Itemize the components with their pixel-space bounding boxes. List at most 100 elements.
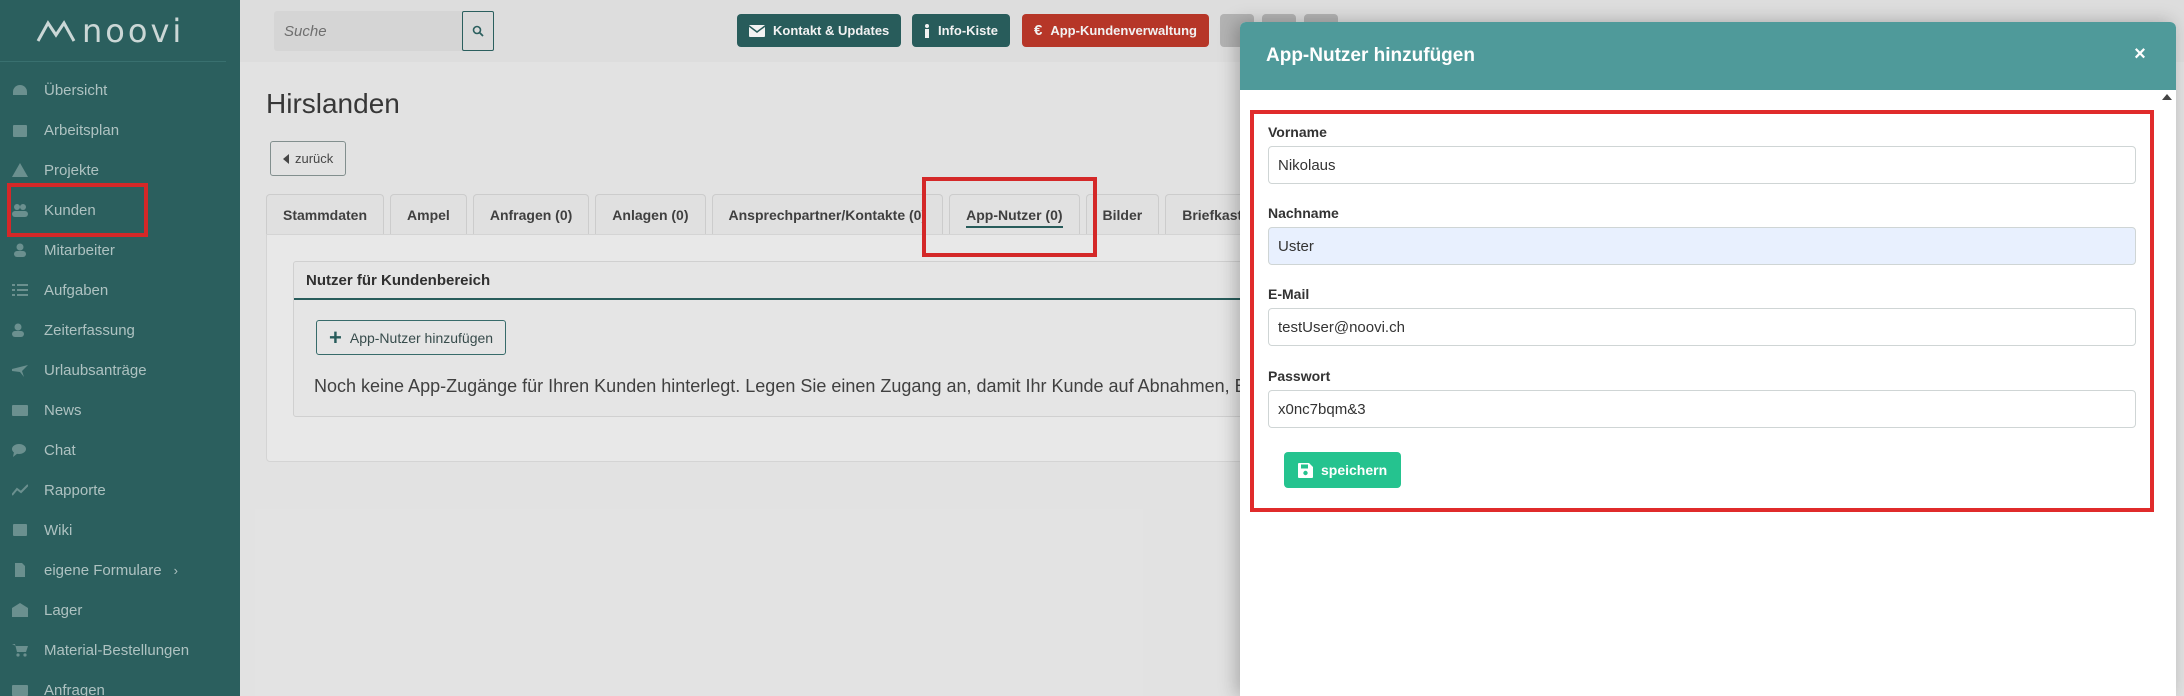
card-title: Nutzer für Kundenbereich bbox=[294, 262, 1266, 300]
sidebar-item-arbeitsplan[interactable]: Arbeitsplan bbox=[0, 110, 240, 150]
sidebar-item-label: Chat bbox=[44, 441, 76, 459]
scroll-up-arrow[interactable] bbox=[2162, 94, 2172, 100]
passwort-field[interactable] bbox=[1268, 390, 2136, 428]
search-button[interactable] bbox=[462, 11, 494, 51]
sidebar-item-zeiterfassung[interactable]: Zeiterfassung bbox=[0, 310, 240, 350]
sidebar-item-label: Material-Bestellungen bbox=[44, 641, 190, 659]
info-kiste-button[interactable]: Info-Kiste bbox=[912, 14, 1010, 47]
sidebar-item-uebersicht[interactable]: Übersicht bbox=[0, 70, 240, 110]
sidebar-item-label: Zeiterfassung bbox=[44, 321, 135, 339]
add-app-user-label: App-Nutzer hinzufügen bbox=[349, 329, 494, 346]
tab-stammdaten[interactable]: Stammdaten bbox=[266, 194, 385, 234]
add-app-user-modal: App-Nutzer hinzufügen × Vorname Nachname… bbox=[1240, 22, 2176, 696]
tab-ansprechpartner[interactable]: Ansprechpartner/Kontakte (0) bbox=[711, 194, 944, 234]
nutzer-card: Nutzer für Kundenbereich + App-Nutzer hi… bbox=[293, 261, 1272, 417]
save-label: speichern bbox=[1321, 462, 1388, 478]
noovi-logo-icon bbox=[36, 19, 76, 42]
logo[interactable]: noovi bbox=[0, 0, 226, 62]
save-icon bbox=[1298, 462, 1313, 478]
app-kundenverwaltung-label: App-Kundenverwaltung bbox=[1050, 23, 1197, 38]
tab-bar: Stammdaten Ampel Anfragen (0) Anlagen (0… bbox=[266, 194, 1273, 234]
sidebar-item-label: News bbox=[44, 401, 82, 419]
sidebar-item-label: Arbeitsplan bbox=[44, 121, 120, 139]
form-highlight-box: Vorname Nachname E-Mail Passwort speiche… bbox=[1250, 110, 2154, 512]
dashboard-icon bbox=[10, 83, 30, 97]
sidebar-item-material-bestellungen[interactable]: Material-Bestellungen bbox=[0, 630, 240, 670]
passwort-group: Passwort bbox=[1268, 368, 2136, 428]
user-icon bbox=[10, 243, 30, 257]
kontakt-updates-button[interactable]: Kontakt & Updates bbox=[737, 14, 902, 47]
tab-app-nutzer[interactable]: App-Nutzer (0) bbox=[949, 194, 1080, 234]
add-app-user-button[interactable]: + App-Nutzer hinzufügen bbox=[316, 320, 507, 355]
warning-icon bbox=[10, 163, 30, 177]
sidebar-item-label: Kunden bbox=[44, 201, 96, 219]
email-field[interactable] bbox=[1268, 308, 2136, 346]
info-icon bbox=[925, 23, 929, 38]
chart-icon bbox=[10, 483, 30, 497]
user-clock-icon bbox=[10, 323, 30, 337]
modal-header: App-Nutzer hinzufügen × bbox=[1240, 22, 2176, 90]
search-icon bbox=[472, 25, 484, 37]
email-group: E-Mail bbox=[1268, 286, 2136, 346]
sidebar-item-mitarbeiter[interactable]: Mitarbeiter bbox=[0, 230, 240, 270]
tab-anfragen[interactable]: Anfragen (0) bbox=[472, 194, 590, 234]
file-icon bbox=[10, 563, 30, 577]
sidebar-item-projekte[interactable]: Projekte bbox=[0, 150, 240, 190]
sidebar-nav: Übersicht Arbeitsplan Projekte Kunden Mi… bbox=[0, 62, 240, 696]
sidebar-item-anfragen[interactable]: Anfragen bbox=[0, 670, 240, 696]
book-icon bbox=[10, 523, 30, 537]
vorname-label: Vorname bbox=[1268, 124, 1327, 140]
sidebar-item-news[interactable]: News bbox=[0, 390, 240, 430]
sidebar-item-label: Projekte bbox=[44, 161, 100, 179]
plane-icon bbox=[10, 363, 30, 377]
newspaper-icon bbox=[10, 403, 30, 417]
warehouse-icon bbox=[10, 603, 30, 617]
tab-bilder[interactable]: Bilder bbox=[1085, 194, 1160, 234]
nachname-label: Nachname bbox=[1268, 205, 1339, 221]
app-kundenverwaltung-button[interactable]: € App-Kundenverwaltung bbox=[1022, 14, 1209, 47]
sidebar-item-lager[interactable]: Lager bbox=[0, 590, 240, 630]
vorname-field[interactable] bbox=[1268, 146, 2136, 184]
sidebar-item-label: Wiki bbox=[44, 521, 73, 539]
back-button[interactable]: zurück bbox=[270, 141, 347, 176]
vorname-group: Vorname bbox=[1268, 124, 2136, 184]
kontakt-updates-label: Kontakt & Updates bbox=[773, 23, 890, 38]
sidebar-item-label: Übersicht bbox=[44, 81, 108, 99]
search-box bbox=[274, 11, 494, 51]
sidebar-item-label: Urlaubsanträge bbox=[44, 361, 147, 379]
sidebar-item-kunden[interactable]: Kunden bbox=[0, 190, 240, 230]
back-label: zurück bbox=[295, 151, 334, 166]
calendar-icon bbox=[10, 123, 30, 137]
sidebar-item-urlaubsantraege[interactable]: Urlaubsanträge bbox=[0, 350, 240, 390]
chevron-right-icon: › bbox=[173, 562, 178, 578]
sidebar-item-rapporte[interactable]: Rapporte bbox=[0, 470, 240, 510]
email-label: E-Mail bbox=[1268, 286, 1310, 302]
sidebar-item-label: eigene Formulare bbox=[44, 561, 162, 579]
sidebar-item-eigene-formulare[interactable]: eigene Formulare › bbox=[0, 550, 240, 590]
sidebar-item-label: Rapporte bbox=[44, 481, 106, 499]
sidebar-item-wiki[interactable]: Wiki bbox=[0, 510, 240, 550]
sidebar-item-label: Lager bbox=[44, 601, 83, 619]
tab-ampel[interactable]: Ampel bbox=[390, 194, 467, 234]
nachname-group: Nachname bbox=[1268, 205, 2136, 265]
list-icon bbox=[10, 283, 30, 297]
euro-icon: € bbox=[1034, 22, 1043, 39]
tab-content-panel: Nutzer für Kundenbereich + App-Nutzer hi… bbox=[266, 234, 1272, 462]
cart-icon bbox=[10, 643, 30, 657]
users-icon bbox=[10, 203, 30, 217]
tab-anlagen[interactable]: Anlagen (0) bbox=[595, 194, 706, 234]
nachname-field[interactable] bbox=[1268, 227, 2136, 265]
save-button[interactable]: speichern bbox=[1284, 452, 1402, 488]
inbox-icon bbox=[10, 683, 30, 696]
close-icon[interactable]: × bbox=[2128, 42, 2152, 66]
info-kiste-label: Info-Kiste bbox=[938, 23, 998, 38]
search-input[interactable] bbox=[274, 11, 460, 51]
plus-icon: + bbox=[329, 324, 342, 350]
modal-title: App-Nutzer hinzufügen bbox=[1266, 45, 1475, 66]
sidebar-item-aufgaben[interactable]: Aufgaben bbox=[0, 270, 240, 310]
chat-icon bbox=[10, 443, 30, 457]
envelope-icon bbox=[749, 24, 765, 37]
sidebar-item-label: Mitarbeiter bbox=[44, 241, 115, 259]
sidebar-item-label: Aufgaben bbox=[44, 281, 109, 299]
sidebar-item-chat[interactable]: Chat bbox=[0, 430, 240, 470]
